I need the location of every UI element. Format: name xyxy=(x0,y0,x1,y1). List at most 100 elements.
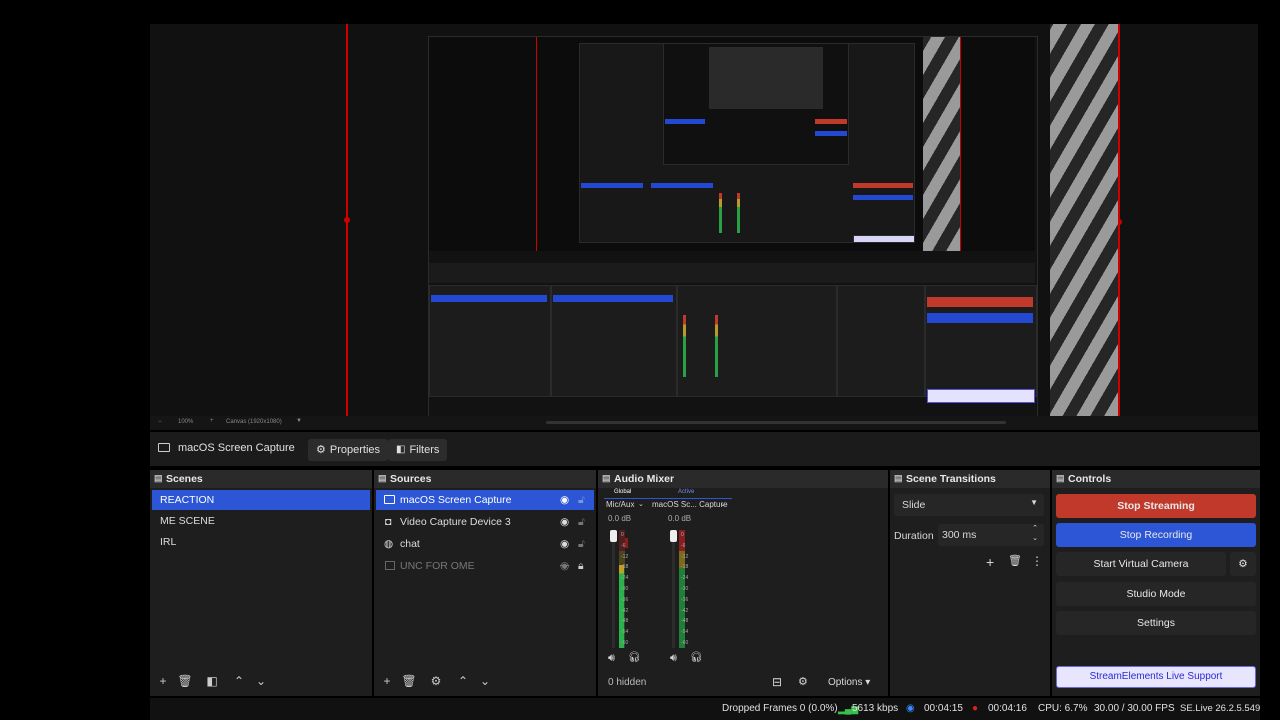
eye-hidden-icon[interactable]: ◉ xyxy=(560,556,569,576)
source-item-video-capture-device-3[interactable]: ◘ Video Capture Device 3 ◉ 🔓︎ xyxy=(376,512,594,532)
scene-transitions-title-text: Scene Transitions xyxy=(906,473,996,485)
transitions-icon: ▤ xyxy=(894,473,903,483)
transition-properties-button[interactable]: ⋮ xyxy=(1031,554,1043,568)
zoom-out-button[interactable]: − xyxy=(158,419,162,425)
scene-transitions-dock-title: ▤ Scene Transitions xyxy=(890,470,1050,488)
unlock-icon[interactable]: 🔓︎ xyxy=(578,512,585,532)
studio-mode-button[interactable]: Studio Mode xyxy=(1056,582,1256,606)
source-item-macos-screen-capture[interactable]: macOS Screen Capture ◉ 🔓︎ xyxy=(376,490,594,510)
scenes-dock: ▤ Scenes REACTION ME SCENE IRL + 🗑 ◧ ⌃ ⌄ xyxy=(150,470,372,696)
audio-mixer-dock-title: ▤ Audio Mixer xyxy=(598,470,888,488)
tab-active[interactable]: Active xyxy=(678,489,694,495)
chevron-down-icon[interactable]: ⌄ xyxy=(720,500,726,508)
zoom-level: 100% xyxy=(178,419,194,425)
add-source-button[interactable]: + xyxy=(379,673,395,689)
volume-slider-thumb[interactable] xyxy=(670,530,677,542)
source-label: Video Capture Device 3 xyxy=(400,516,511,528)
headphones-icon[interactable]: 🎧︎ xyxy=(690,652,703,663)
source-item-chat[interactable]: ◍ chat ◉ 🔓︎ xyxy=(376,534,594,554)
add-transition-button[interactable]: + xyxy=(986,554,994,570)
source-label: chat xyxy=(400,538,420,550)
eye-icon[interactable]: ◉ xyxy=(560,490,569,510)
scene-filters-button[interactable]: ◧ xyxy=(204,673,220,689)
unlock-icon[interactable]: 🔓︎ xyxy=(578,490,585,510)
scene-transitions-dock: ▤ Scene Transitions Slide ▼ Duration 300… xyxy=(890,470,1050,696)
speaker-icon[interactable]: 🔊︎ xyxy=(670,652,677,665)
volume-slider-track[interactable] xyxy=(612,530,615,648)
sources-icon: ▤ xyxy=(378,473,387,483)
settings-button[interactable]: Settings xyxy=(1056,611,1256,635)
unlock-icon[interactable]: 🔓︎ xyxy=(578,534,585,554)
scene-item-me-scene[interactable]: ME SCENE xyxy=(152,511,370,531)
resize-handle-left[interactable] xyxy=(344,217,350,223)
move-scene-up-button[interactable]: ⌃ xyxy=(231,673,247,689)
move-scene-down-button[interactable]: ⌄ xyxy=(253,673,269,689)
start-virtual-camera-button[interactable]: Start Virtual Camera xyxy=(1056,552,1226,576)
audio-mixer-dock: ▤ Audio Mixer Global Active Mic/Aux ⌄ 0.… xyxy=(598,470,888,696)
bitrate: 5613 kbps xyxy=(852,703,899,714)
source-properties-button[interactable]: ⚙ xyxy=(428,673,444,689)
image-icon xyxy=(385,561,395,570)
properties-label: Properties xyxy=(329,444,381,456)
move-source-up-button[interactable]: ⌃ xyxy=(455,673,471,689)
stream-time: 00:04:15 xyxy=(924,703,963,714)
move-source-down-button[interactable]: ⌄ xyxy=(477,673,493,689)
stop-recording-button[interactable]: Stop Recording xyxy=(1056,523,1256,547)
remove-scene-button[interactable]: 🗑 xyxy=(177,673,193,689)
properties-button[interactable]: ⚙ Properties xyxy=(308,439,389,461)
scene-item-reaction[interactable]: REACTION xyxy=(152,490,370,510)
monitor-icon xyxy=(384,495,395,504)
status-bar: Dropped Frames 0 (0.0%) ▂▄▆ 5613 kbps ◉ … xyxy=(150,698,1260,720)
mixer-tabs: Global Active xyxy=(604,489,732,499)
filters-label: Filters xyxy=(409,444,440,456)
tab-global[interactable]: Global xyxy=(614,489,631,495)
cpu-usage: CPU: 6.7% xyxy=(1038,703,1088,714)
virtual-camera-settings-button[interactable]: ⚙ xyxy=(1230,552,1256,576)
duration-label: Duration xyxy=(894,530,934,542)
stepper-up-icon[interactable]: ⌃ xyxy=(1032,524,1038,532)
lock-icon[interactable]: 🔒︎ xyxy=(578,556,584,576)
horizontal-scrollbar[interactable] xyxy=(546,421,1006,424)
scene-item-irl[interactable]: IRL xyxy=(152,532,370,552)
controls-icon: ▤ xyxy=(1056,473,1065,483)
hidden-count: 0 hidden xyxy=(608,677,647,688)
source-item-unc-for-ome[interactable]: UNC FOR OME ◉ 🔒︎ xyxy=(376,556,594,576)
monitor-icon xyxy=(158,443,170,452)
record-time: 00:04:16 xyxy=(988,703,1027,714)
filters-button[interactable]: ◧ Filters xyxy=(388,439,448,461)
nested-screen-capture xyxy=(428,36,1038,418)
eye-icon[interactable]: ◉ xyxy=(560,534,569,554)
stepper-down-icon[interactable]: ⌄ xyxy=(1032,534,1038,542)
camera-icon: ◘ xyxy=(385,516,392,528)
chevron-down-icon[interactable]: ▼ xyxy=(296,418,302,424)
app-version: SE.Live 26.2.5.549 xyxy=(1180,703,1261,714)
duration-value: 300 ms xyxy=(942,529,977,541)
zoom-in-button[interactable]: + xyxy=(210,418,214,424)
browser-icon: ◍ xyxy=(384,538,394,550)
stop-streaming-button[interactable]: Stop Streaming xyxy=(1056,494,1256,518)
duration-input[interactable]: 300 ms ⌃ ⌄ xyxy=(938,524,1044,546)
mixer-layout-icon[interactable]: ⊟ xyxy=(772,675,782,689)
volume-slider-thumb[interactable] xyxy=(610,530,617,542)
chevron-down-icon[interactable]: ⌄ xyxy=(638,500,644,508)
advanced-audio-icon[interactable]: ⚙ xyxy=(798,675,808,688)
add-scene-button[interactable]: + xyxy=(155,673,171,689)
headphones-icon[interactable]: 🎧︎ xyxy=(628,652,641,663)
source-label: UNC FOR OME xyxy=(400,560,475,572)
remove-transition-button[interactable]: 🗑 xyxy=(1008,554,1022,567)
remove-source-button[interactable]: 🗑 xyxy=(401,673,417,689)
filter-icon: ◧ xyxy=(396,444,406,455)
volume-slider-track[interactable] xyxy=(672,530,675,648)
program-preview[interactable] xyxy=(150,24,1258,418)
sources-title-text: Sources xyxy=(390,473,432,485)
streamelements-support-button[interactable]: StreamElements Live Support xyxy=(1056,666,1256,688)
speaker-icon[interactable]: 🔊︎ xyxy=(608,652,615,665)
fps: 30.00 / 30.00 FPS xyxy=(1094,703,1175,714)
options-button[interactable]: Options ▾ xyxy=(828,677,870,688)
transition-select[interactable]: Slide ▼ xyxy=(894,494,1044,516)
scenes-title-text: Scenes xyxy=(166,473,203,485)
preview-canvas[interactable] xyxy=(150,24,1258,418)
eye-icon[interactable]: ◉ xyxy=(560,512,569,532)
dropped-frames: Dropped Frames 0 (0.0%) xyxy=(722,703,838,714)
gear-icon: ⚙ xyxy=(316,444,326,456)
